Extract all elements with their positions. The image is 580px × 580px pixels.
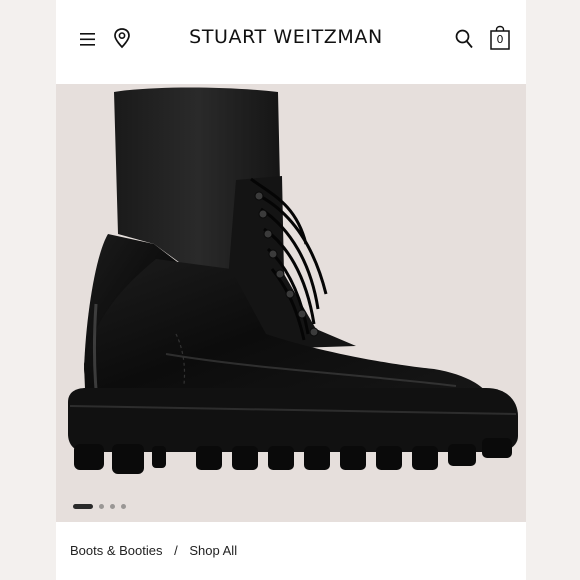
location-pin-icon[interactable] [112, 27, 132, 49]
product-page: STUART WEITZMAN 0 Boots & Booties / Shop… [56, 0, 526, 580]
gallery-dot-3[interactable] [110, 504, 115, 509]
bag-count: 0 [496, 33, 504, 46]
shopping-bag-button[interactable]: 0 [488, 25, 512, 51]
gallery-dot-2[interactable] [99, 504, 104, 509]
breadcrumb-separator: / [174, 543, 178, 558]
brand-logo[interactable]: STUART WEITZMAN [166, 26, 406, 48]
menu-icon[interactable] [78, 30, 98, 48]
gallery-dot-1[interactable] [73, 504, 93, 509]
breadcrumb: Boots & Booties / Shop All [70, 543, 237, 558]
gallery-dot-4[interactable] [121, 504, 126, 509]
breadcrumb-boots-booties[interactable]: Boots & Booties [70, 543, 163, 558]
site-header: STUART WEITZMAN 0 [56, 0, 526, 84]
search-icon[interactable] [454, 28, 474, 50]
product-image [68, 87, 518, 474]
product-image-gallery[interactable] [56, 84, 526, 522]
breadcrumb-shop-all[interactable]: Shop All [189, 543, 237, 558]
